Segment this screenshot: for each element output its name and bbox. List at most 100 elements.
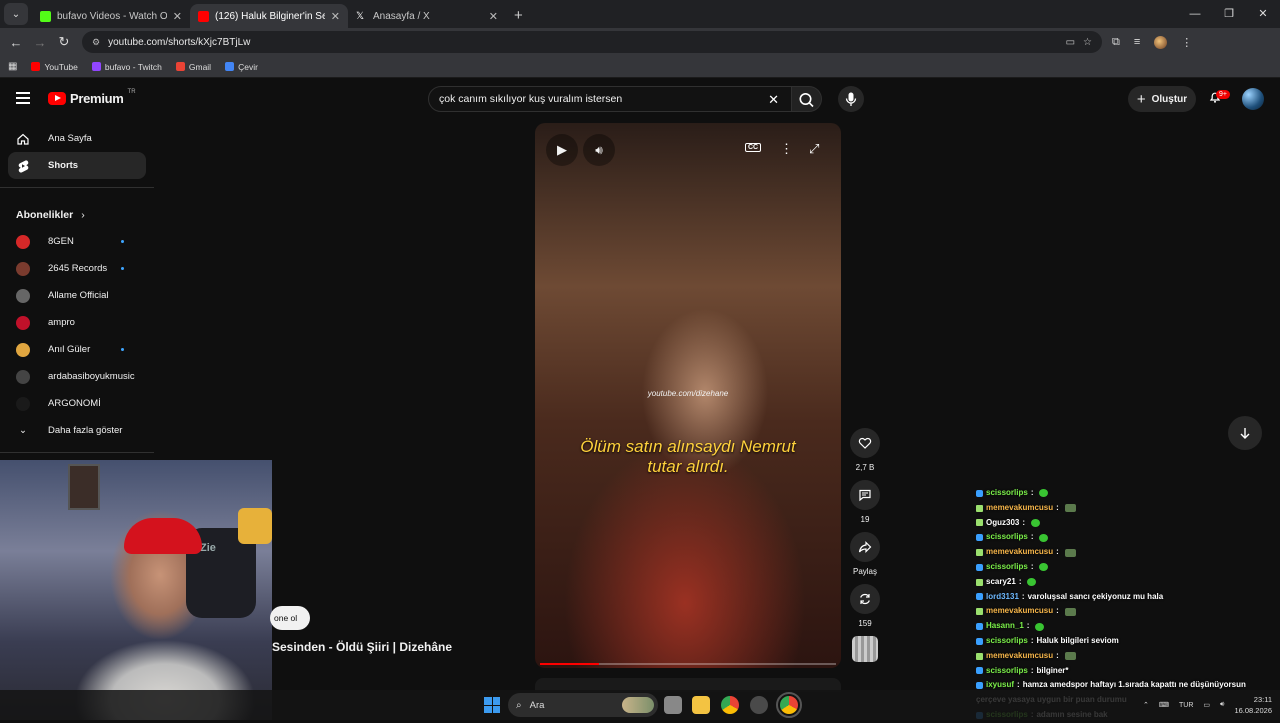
play-button[interactable]: ▶ (546, 134, 578, 166)
progress-fill (540, 663, 600, 665)
browser-tab-x[interactable]: 𝕏 Anasayfa / X ✕ (348, 4, 506, 28)
browser-tab-kick[interactable]: bufavo Videos - Watch On-Dem ✕ (32, 4, 190, 28)
channel-name: 2645 Records (48, 263, 108, 274)
video-progress-bar[interactable] (540, 663, 836, 665)
keyboard-icon[interactable]: ⌨ (1159, 701, 1169, 709)
search-button[interactable] (792, 86, 822, 112)
gmail-icon (175, 62, 185, 71)
network-icon[interactable]: ▭ (1203, 701, 1210, 709)
bookmark-star-icon[interactable]: ☆ (1083, 37, 1092, 48)
comments-button[interactable] (850, 480, 880, 510)
browser-tab-youtube[interactable]: (126) Haluk Bilginer'in Sesinden ✕ (190, 4, 348, 28)
chrome-active-icon[interactable] (776, 692, 802, 718)
voice-search-button[interactable] (838, 86, 864, 112)
stream-chat-overlay: scissorlips : memevakumcusu : Oguz303 : sci… (976, 486, 1276, 723)
sidebar-divider (0, 187, 154, 188)
sidebar-item-home[interactable]: Ana Sayfa (0, 125, 146, 152)
apps-grid-icon[interactable]: ▦ (8, 61, 17, 72)
captions-icon[interactable]: CC (745, 143, 762, 152)
file-explorer-icon[interactable] (692, 696, 710, 714)
user-avatar[interactable] (1242, 88, 1264, 110)
sidebar-subscription-item[interactable]: 8GEN (0, 228, 146, 255)
more-options-icon[interactable]: ⋮ (780, 141, 793, 157)
close-window-icon[interactable]: ✕ (1246, 0, 1280, 28)
chat-text: varoluşsal sancı çekiyonuz mu hala (1027, 591, 1164, 601)
site-info-icon[interactable]: ⚙ (92, 37, 100, 48)
remix-button[interactable] (850, 584, 880, 614)
close-icon[interactable]: ✕ (331, 10, 340, 23)
bookmark-twitch[interactable]: bufavo - Twitch (91, 62, 162, 72)
remix-icon (860, 593, 870, 605)
youtube-premium-logo[interactable]: Premium TR (48, 89, 136, 106)
bookmark-youtube[interactable]: YouTube (31, 62, 78, 72)
steam-icon[interactable] (750, 696, 768, 714)
volume-tray-icon[interactable]: 🔊︎ (1220, 701, 1224, 709)
chat-badge-icon (976, 504, 983, 512)
extensions-icon[interactable]: ⧉ (1112, 36, 1120, 49)
next-short-button[interactable] (1228, 416, 1262, 450)
profile-avatar[interactable] (1154, 35, 1168, 49)
like-button[interactable] (850, 428, 880, 458)
task-view-icon[interactable] (664, 696, 682, 714)
create-button[interactable]: + Oluştur (1128, 86, 1196, 112)
chat-badge-icon (976, 637, 983, 645)
menu-hamburger-icon[interactable] (16, 92, 30, 107)
share-action[interactable]: Paylaş (848, 532, 882, 576)
shorts-video-player[interactable]: ▶ 🔊︎ CC ⋮ ⤢ youtube.com/dizehane Ölüm sa… (535, 123, 841, 668)
chat-message: scissorlips : bilginer* (976, 664, 1276, 679)
bookmark-translate[interactable]: Çevir (225, 62, 258, 72)
fullscreen-icon[interactable]: ⤢ (809, 141, 819, 157)
channel-avatar (16, 369, 30, 384)
share-button[interactable] (850, 532, 880, 562)
play-icon: ▶ (557, 142, 567, 157)
like-action[interactable]: 2,7 B (848, 428, 882, 472)
close-icon[interactable]: ✕ (173, 10, 182, 23)
reading-list-icon[interactable]: ≡ (1134, 36, 1140, 48)
system-tray: ⌃ ⌨ TUR ▭ 🔊︎ 23:11 16.08.2026 (1143, 690, 1272, 720)
sidebar-subscription-item[interactable]: Anıl Güler (0, 336, 146, 363)
cast-icon[interactable]: ▭ (1066, 37, 1075, 48)
sound-thumbnail[interactable] (852, 636, 878, 662)
sidebar-subscription-item[interactable]: ampro (0, 309, 146, 336)
reload-icon[interactable]: ↻ (52, 34, 76, 50)
clear-search-icon[interactable]: ✕ (768, 92, 779, 108)
chat-badge-icon (976, 534, 983, 542)
more-menu-icon[interactable]: ⋮ (1181, 36, 1192, 49)
sidebar-divider (0, 452, 154, 453)
taskbar-search[interactable]: ⌕ Ara (508, 693, 658, 717)
comment-action[interactable]: 19 (848, 480, 882, 524)
chrome-icon[interactable] (721, 696, 739, 714)
home-icon (16, 132, 30, 146)
sidebar-subscription-item[interactable]: ARGONOMİ (0, 390, 146, 417)
show-more-button[interactable]: ⌄ Daha fazla göster (0, 417, 146, 444)
subscribe-button[interactable]: one ol (270, 606, 310, 630)
bookmark-gmail[interactable]: Gmail (175, 62, 211, 72)
tray-chevron-icon[interactable]: ⌃ (1143, 701, 1149, 709)
clock[interactable]: 23:11 16.08.2026 (1234, 694, 1272, 716)
forward-icon[interactable]: → (28, 35, 52, 50)
close-icon[interactable]: ✕ (489, 10, 498, 23)
youtube-icon (31, 62, 41, 71)
minimize-icon[interactable]: — (1178, 0, 1212, 28)
channel-name: 8GEN (48, 236, 74, 247)
tab-search-button[interactable]: ⌄ (4, 3, 28, 25)
chat-username: lord3131 (986, 591, 1019, 601)
subscriptions-heading[interactable]: Abonelikler › (0, 202, 154, 228)
sidebar-subscription-item[interactable]: ardabasiboyukmusic (0, 363, 146, 390)
chat-badge-icon (976, 489, 983, 497)
sidebar-subscription-item[interactable]: 2645 Records (0, 255, 146, 282)
volume-button[interactable]: 🔊︎ (583, 134, 615, 166)
chat-emote-icon (1031, 518, 1041, 527)
restore-icon[interactable]: ❐ (1212, 0, 1246, 28)
back-icon[interactable]: ← (4, 35, 28, 50)
windows-start-icon[interactable] (484, 697, 500, 713)
sidebar-subscription-item[interactable]: Allame Official (0, 282, 146, 309)
search-icon: ⌕ (516, 699, 522, 711)
chat-message: Hasann_1 : (976, 619, 1276, 634)
new-tab-button[interactable]: + (514, 7, 523, 24)
url-field[interactable]: ⚙ youtube.com/shorts/kXjc7BTjLw ▭ ☆ (82, 31, 1102, 53)
sidebar-item-shorts[interactable]: Shorts (8, 152, 146, 179)
language-indicator[interactable]: TUR (1179, 702, 1193, 709)
search-input[interactable]: çok canım sıkılıyor kuş vuralım istersen… (428, 86, 792, 112)
remix-action[interactable]: 159 (848, 584, 882, 628)
